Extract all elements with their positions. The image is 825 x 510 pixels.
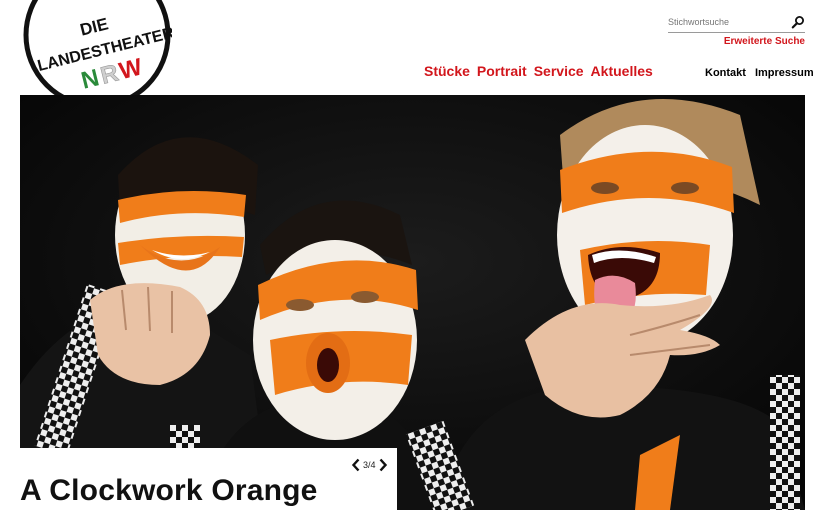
- search-icon[interactable]: [791, 15, 805, 29]
- nav-item-service[interactable]: Service: [534, 63, 584, 79]
- nav-item-impressum[interactable]: Impressum: [755, 67, 814, 79]
- nav-item-kontakt[interactable]: Kontakt: [705, 67, 746, 79]
- main-nav: Stücke Portrait Service Aktuelles: [424, 63, 653, 79]
- slide-pager: 3/4: [351, 457, 388, 473]
- nav-item-stuecke[interactable]: Stücke: [424, 63, 470, 79]
- search-input[interactable]: [668, 17, 786, 27]
- nav-item-aktuelles[interactable]: Aktuelles: [591, 63, 653, 79]
- chevron-right-icon[interactable]: [378, 458, 388, 472]
- search-box: [668, 14, 805, 33]
- chevron-left-icon[interactable]: [351, 458, 361, 472]
- slide-caption: 3/4 A Clockwork Orange: [20, 448, 397, 510]
- advanced-search-link[interactable]: Erweiterte Suche: [724, 36, 805, 47]
- slide-title[interactable]: A Clockwork Orange: [20, 474, 318, 508]
- secondary-nav: Kontakt Impressum: [705, 67, 814, 79]
- site-logo[interactable]: DIE LANDESTHEATER N R W: [22, 0, 172, 110]
- slide-counter: 3/4: [363, 460, 376, 470]
- nav-item-portrait[interactable]: Portrait: [477, 63, 527, 79]
